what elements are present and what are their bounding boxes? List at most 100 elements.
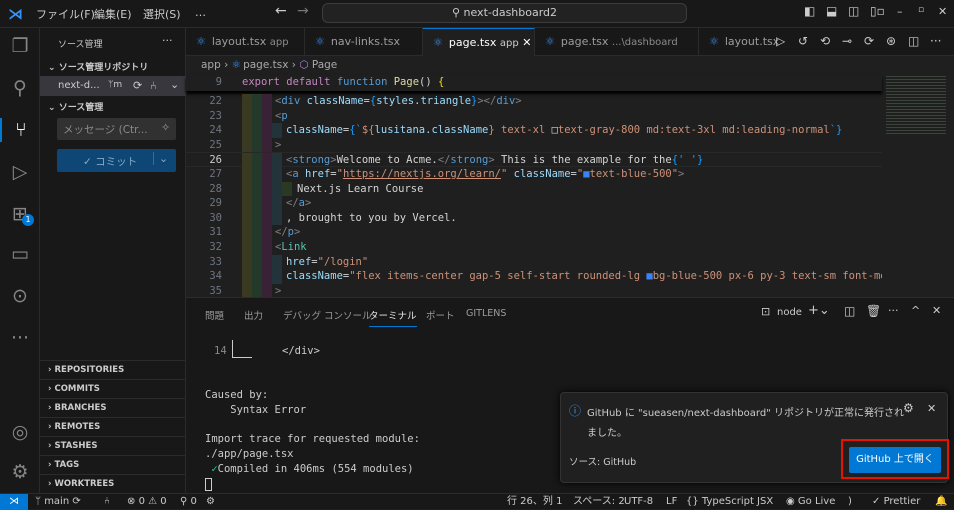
section-worktrees[interactable]: › WORKTREES (40, 474, 186, 493)
repositories-header[interactable]: ⌄ ソース管理リポジトリ (48, 60, 148, 73)
cursor-position[interactable]: 行 26、列 1 (507, 494, 562, 509)
section-tags[interactable]: › TAGS (40, 455, 186, 474)
tab-ports[interactable]: ポート (426, 308, 455, 322)
indentation[interactable]: スペース: 2 (573, 494, 625, 509)
ports-status[interactable]: ⚲ 0 (180, 494, 197, 509)
close-tab-icon[interactable]: ✕ (522, 36, 531, 49)
accounts-icon[interactable]: ◎ (8, 420, 32, 444)
commit-message-input[interactable]: メッセージ (Ctr... ✧ (57, 118, 176, 140)
menu-edit[interactable]: 編集(E) (94, 6, 132, 22)
eol[interactable]: LF (666, 494, 677, 509)
tab-page-dashboard[interactable]: ⚛ page.tsx ...\dashboard (535, 28, 699, 56)
prettier[interactable]: ✓ Prettier (872, 494, 920, 509)
search-icon[interactable]: ⚲ (8, 76, 32, 100)
code-line[interactable]: 32 <Link (186, 240, 882, 255)
toggle-panel-icon[interactable]: ⬓ (826, 4, 837, 18)
settings-gear-icon[interactable]: ⚙ (8, 460, 32, 484)
folder-icon[interactable]: ▭ (8, 242, 32, 266)
gitlens-icon[interactable]: ⊛ (886, 34, 896, 48)
breadcrumb-app[interactable]: app (201, 59, 221, 71)
close-panel-icon[interactable]: ✕ (932, 304, 941, 317)
menu-selection[interactable]: 選択(S) (143, 6, 181, 22)
code-line[interactable]: 29 </a> (186, 196, 882, 211)
sparkle-icon[interactable]: ✧ (161, 121, 170, 134)
code-line[interactable]: 24 className={`${lusitana.className} text… (186, 123, 882, 138)
source-control-header[interactable]: ⌄ ソース管理 (48, 100, 103, 113)
code-line[interactable]: 31 </p> (186, 225, 882, 240)
notification-close-icon[interactable]: ✕ (927, 402, 936, 415)
sidebar-more-icon[interactable]: ··· (162, 34, 173, 47)
customize-layout-icon[interactable]: ▯▫ (870, 4, 885, 18)
menu-more[interactable]: … (195, 6, 206, 19)
source-control-icon[interactable]: ⑂ (0, 118, 40, 142)
close-window-icon[interactable]: ✕ (938, 5, 947, 18)
trash-icon[interactable]: 🗑 (866, 304, 881, 318)
minimize-icon[interactable]: – (897, 5, 903, 18)
minimap[interactable] (886, 74, 946, 134)
section-commits[interactable]: › COMMITS (40, 379, 186, 398)
forward-arrow-icon[interactable]: → (297, 3, 309, 19)
tab-gitlens[interactable]: GITLENS (466, 308, 506, 319)
timeline-icon[interactable]: ↺ (798, 34, 808, 48)
code-line[interactable]: 35 > (186, 283, 882, 297)
breadcrumb-file[interactable]: page.tsx (243, 59, 288, 71)
explorer-icon[interactable]: ❐ (8, 34, 32, 58)
notifications-bell-icon[interactable]: 🔔 (935, 494, 947, 509)
branch-icon[interactable]: ᛘm (108, 80, 122, 90)
tab-problems[interactable]: 問題 (205, 308, 224, 322)
code-line[interactable]: 22 <div className={styles.triangle}></div… (186, 94, 882, 109)
problems-status[interactable]: ⊗ 0 ⚠ 0 (127, 494, 167, 509)
breadcrumb-symbol[interactable]: Page (312, 59, 337, 71)
encoding[interactable]: UTF-8 (624, 494, 653, 509)
editor-more-icon[interactable]: ··· (930, 34, 941, 48)
tab-page-app[interactable]: ⚛ page.tsx app ✕ (423, 28, 535, 56)
maximize-panel-icon[interactable]: ^ (911, 304, 920, 317)
code-line[interactable]: 27 <a href="https://nextjs.org/learn/" cl… (186, 167, 882, 182)
remote-indicator-icon[interactable]: ⋊ (0, 494, 28, 510)
tab-layout-app[interactable]: ⚛ layout.tsx app (186, 28, 305, 56)
extensions-icon[interactable]: ⊞ 1 (8, 202, 34, 226)
tab-layout[interactable]: ⚛ layout.tsx (699, 28, 779, 56)
code-area[interactable]: 22 <div className={styles.triangle}></div… (186, 91, 882, 297)
code-line[interactable]: 33 href="/login" (186, 254, 882, 270)
open-on-github-button[interactable]: GitHub 上で開く (849, 447, 941, 473)
next-change-icon[interactable]: ⟳ (864, 34, 874, 48)
code-line[interactable]: 25 > (186, 137, 882, 153)
menu-file[interactable]: ファイル(F) (36, 6, 95, 22)
code-line[interactable]: 30 , brought to you by Vercel. (186, 210, 882, 226)
run-icon[interactable]: ▷ (776, 34, 785, 48)
code-line[interactable]: 26 <strong>Welcome to Acme.</strong> This… (186, 152, 882, 168)
toggle-secondary-sidebar-icon[interactable]: ◫ (848, 4, 859, 18)
section-repositories[interactable]: › REPOSITORIES (40, 360, 186, 379)
split-terminal-icon[interactable]: ◫ (844, 304, 855, 318)
tab-terminal[interactable]: ターミナル (369, 308, 417, 327)
tab-nav-links[interactable]: ⚛ nav-links.tsx (305, 28, 423, 56)
code-line[interactable]: 28 Next.js Learn Course (186, 181, 882, 197)
sync-icon[interactable]: ⟳ (133, 79, 142, 92)
go-live[interactable]: ◉ Go Live (786, 494, 835, 509)
tab-debug-console[interactable]: デバッグ コンソール (283, 308, 372, 322)
tab-output[interactable]: 出力 (244, 308, 263, 322)
previous-change-icon[interactable]: ⟲ (820, 34, 830, 48)
back-arrow-icon[interactable]: ← (275, 3, 287, 19)
repo-row[interactable]: next-d... ᛘm ⟳ ⑃ ⌄ (40, 76, 186, 96)
new-terminal-icon[interactable]: +⌄ (808, 303, 830, 318)
terminal-shell-name[interactable]: node (777, 307, 802, 318)
code-line[interactable]: 34 className="flex items-center gap-5 sel… (186, 269, 882, 284)
section-stashes[interactable]: › STASHES (40, 436, 186, 455)
code-line[interactable]: 23 <p (186, 108, 882, 124)
chevron-down-icon[interactable]: ⌄ (170, 78, 179, 91)
panel-more-icon[interactable]: ··· (888, 304, 899, 317)
section-branches[interactable]: › BRANCHES (40, 398, 186, 417)
more-icon[interactable]: ··· (8, 326, 32, 350)
graph-status-icon[interactable]: ⑃ (104, 494, 110, 509)
commit-button[interactable]: ✓ コミット ⌄ (57, 149, 176, 172)
commit-dropdown-chevron-icon[interactable]: ⌄ (153, 152, 168, 165)
split-editor-icon[interactable]: ◫ (908, 34, 919, 48)
commit-icon[interactable]: ⊸ (842, 34, 852, 48)
command-center-search[interactable]: ⚲ next-dashboard2 (322, 3, 687, 23)
git-graph-icon[interactable]: ⊙ (8, 284, 32, 308)
debug-status-icon[interactable]: ⚙ (206, 494, 215, 509)
notification-settings-gear-icon[interactable]: ⚙ (903, 401, 914, 415)
sticky-scroll-line[interactable]: 9 export default function Page() { (186, 75, 882, 91)
